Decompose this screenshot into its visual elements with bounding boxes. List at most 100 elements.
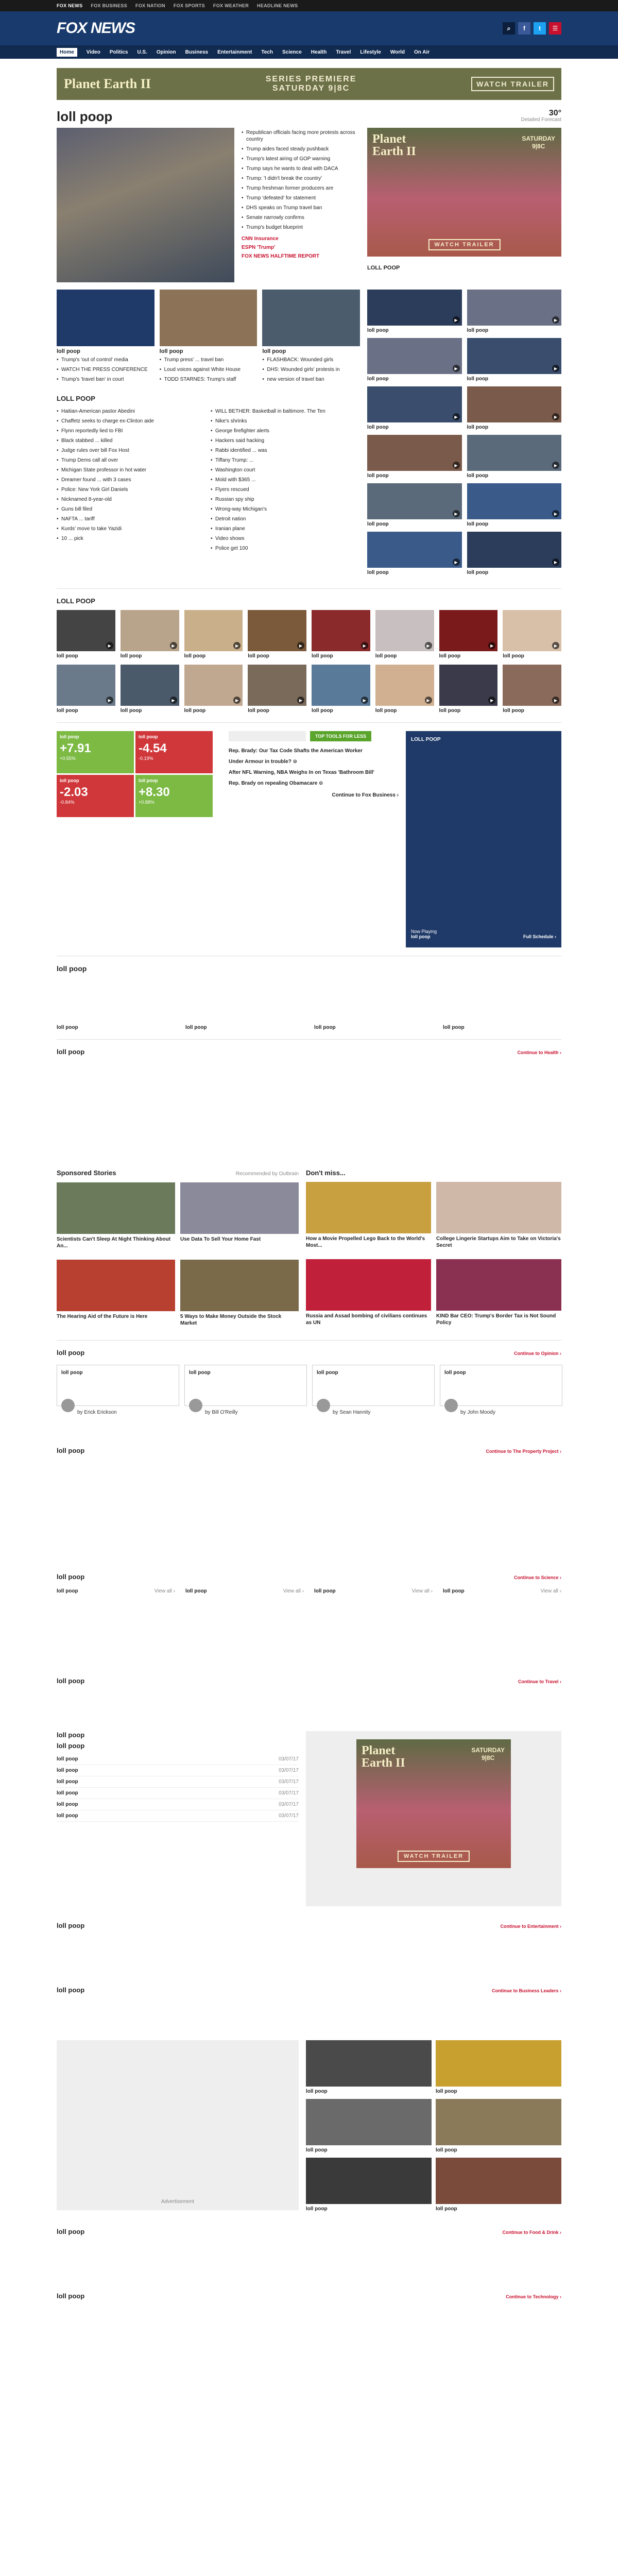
dated-title[interactable]: loll poop — [57, 1778, 78, 1785]
science-title[interactable]: loll poop — [57, 1573, 84, 1581]
nav-item[interactable]: Business — [185, 49, 208, 55]
list-item[interactable]: Iranian plane — [211, 524, 360, 534]
now-playing-title[interactable]: loll poop — [411, 934, 437, 939]
grid-thumb[interactable]: ▶ — [439, 610, 498, 651]
video-title[interactable]: loll poop — [367, 327, 462, 334]
list-item[interactable]: Guns bill filed — [57, 504, 203, 514]
play-icon[interactable]: ▶ — [488, 697, 496, 704]
play-icon[interactable]: ▶ — [488, 642, 496, 649]
list-item[interactable]: 10 ... pick — [57, 534, 203, 544]
network-link[interactable]: FOX NATION — [135, 3, 165, 8]
nav-item[interactable]: Politics — [110, 49, 128, 55]
continue-fox-business[interactable]: Continue to Fox Business › — [229, 792, 399, 799]
menu-icon[interactable]: ☰ — [549, 22, 561, 35]
video-thumb[interactable]: ▶ — [467, 532, 561, 568]
sub-story-item[interactable]: DHS: Wounded girls' protests in — [262, 365, 360, 375]
play-icon[interactable]: ▶ — [424, 697, 432, 704]
grid-thumb[interactable]: ▶ — [120, 665, 179, 706]
grid-card[interactable]: ▶ loll poop — [312, 665, 370, 714]
play-icon[interactable]: ▶ — [360, 642, 368, 649]
video-title[interactable]: loll poop — [367, 569, 462, 576]
sponsored-image[interactable] — [57, 1182, 175, 1234]
sponsored-card[interactable]: KIND Bar CEO: Trump's Border Tax is Not … — [436, 1259, 561, 1331]
sub-story-item[interactable]: Trump's 'travel ban' in court — [57, 375, 154, 384]
video-title[interactable]: loll poop — [367, 376, 462, 382]
top-tools-button[interactable]: TOP TOOLS FOR LESS — [310, 731, 372, 741]
side-ad-cta[interactable]: WATCH TRAILER — [428, 239, 501, 250]
video-thumb[interactable]: ▶ — [467, 386, 561, 422]
network-link[interactable]: HEADLINE NEWS — [257, 3, 298, 8]
video-title[interactable]: loll poop — [467, 424, 562, 431]
video-card[interactable]: ▶ loll poop — [367, 532, 462, 576]
play-icon[interactable]: ▶ — [169, 642, 177, 649]
business-link[interactable]: Under Armour in trouble? ⊙ — [229, 756, 399, 767]
continue-leaders[interactable]: Continue to Business Leaders › — [492, 1988, 561, 1993]
video-title[interactable]: loll poop — [467, 472, 562, 479]
sponsored-image[interactable] — [436, 1182, 561, 1233]
sub-story-title[interactable]: loll poop — [262, 348, 360, 355]
top-bullet[interactable]: Trump freshman former producers are — [242, 183, 360, 193]
list-title[interactable]: loll poop — [57, 1731, 299, 1739]
stock-tile[interactable]: loll poop -2.03 -0.84% — [57, 775, 134, 817]
continue-opinion[interactable]: Continue to Opinion › — [514, 1351, 561, 1356]
play-icon[interactable]: ▶ — [552, 642, 559, 649]
opinion-title[interactable]: loll poop — [444, 1369, 558, 1376]
list-item[interactable]: Rabbi identified ... was — [211, 446, 360, 455]
sponsored-card[interactable]: Russia and Assad bombing of civilians co… — [306, 1259, 431, 1331]
video-thumb[interactable]: ▶ — [467, 290, 561, 326]
video-thumb[interactable]: ▶ — [367, 483, 462, 519]
list-item[interactable]: Police: New York Girl Daniels — [57, 485, 203, 495]
video-thumb[interactable]: ▶ — [367, 532, 462, 568]
opinion-title[interactable]: loll poop — [57, 1349, 84, 1357]
grid-card[interactable]: ▶ loll poop — [184, 610, 243, 659]
grid-thumb[interactable]: ▶ — [375, 610, 434, 651]
sponsor-logo[interactable] — [229, 731, 306, 741]
opinion-card[interactable]: loll poop by John Moody — [440, 1365, 562, 1416]
grid-title[interactable]: loll poop — [121, 653, 179, 659]
photo-card[interactable]: loll poop — [436, 2040, 561, 2095]
dated-row[interactable]: loll poop 03/07/17 — [57, 1788, 299, 1799]
nav-item[interactable]: Science — [282, 49, 302, 55]
play-icon[interactable]: ▶ — [106, 642, 113, 649]
top-bullet[interactable]: Trump says he wants to deal with DACA — [242, 164, 360, 174]
opinion-title[interactable]: loll poop — [317, 1369, 430, 1376]
view-all-link[interactable]: View all › — [154, 1588, 175, 1595]
list-item[interactable]: Black stabbed ... killed — [57, 436, 203, 446]
continue-entertainment[interactable]: Continue to Entertainment › — [501, 1924, 562, 1929]
photo-card[interactable]: loll poop — [306, 2158, 432, 2212]
photo-image[interactable] — [436, 2158, 561, 2204]
sponsored-title[interactable]: Scientists Can't Sleep At Night Thinking… — [57, 1236, 175, 1249]
twitter-icon[interactable]: t — [534, 22, 546, 35]
sub-story-title[interactable]: loll poop — [160, 348, 258, 355]
sponsored-image[interactable] — [436, 1259, 561, 1311]
sub-story-item[interactable]: Trump press' ... travel ban — [160, 355, 258, 365]
list-item[interactable]: Nike's shrinks — [211, 416, 360, 426]
health-title[interactable]: loll poop — [57, 1048, 84, 1056]
grid-title[interactable]: loll poop — [184, 653, 243, 659]
list-item[interactable]: Chaffetz seeks to charge ex-Clinton aide — [57, 416, 203, 426]
play-icon[interactable]: ▶ — [452, 316, 460, 324]
nav-item[interactable]: On Air — [414, 49, 430, 55]
property-title[interactable]: loll poop — [57, 1447, 84, 1454]
top-bullet[interactable]: Republican officials facing more protest… — [242, 128, 360, 144]
nav-item[interactable]: U.S. — [137, 49, 147, 55]
banner-ad[interactable]: Planet Earth II SERIES PREMIERE SATURDAY … — [57, 68, 561, 100]
grid-card[interactable]: ▶ loll poop — [57, 610, 115, 659]
continue-property[interactable]: Continue to The Property Project › — [486, 1449, 561, 1454]
photo-image[interactable] — [306, 2158, 432, 2204]
grid-title[interactable]: loll poop — [375, 653, 434, 659]
photo-image[interactable] — [436, 2099, 561, 2145]
sub-story-image[interactable] — [57, 290, 154, 346]
dated-title[interactable]: loll poop — [57, 1790, 78, 1797]
continue-science[interactable]: Continue to Science › — [514, 1575, 561, 1580]
photo-title[interactable]: loll poop — [306, 2206, 432, 2212]
grid-card[interactable]: ▶ loll poop — [439, 610, 498, 659]
play-icon[interactable]: ▶ — [233, 642, 241, 649]
play-icon[interactable]: ▶ — [552, 413, 559, 420]
sponsored-title[interactable]: Use Data To Sell Your Home Fast — [180, 1236, 299, 1243]
story-link[interactable]: loll poop — [185, 1024, 304, 1031]
continue-health[interactable]: Continue to Health › — [518, 1050, 562, 1055]
video-thumb[interactable]: ▶ — [367, 290, 462, 326]
list-item[interactable]: Michigan State professor in hot water — [57, 465, 203, 475]
photo-image[interactable] — [436, 2040, 561, 2087]
